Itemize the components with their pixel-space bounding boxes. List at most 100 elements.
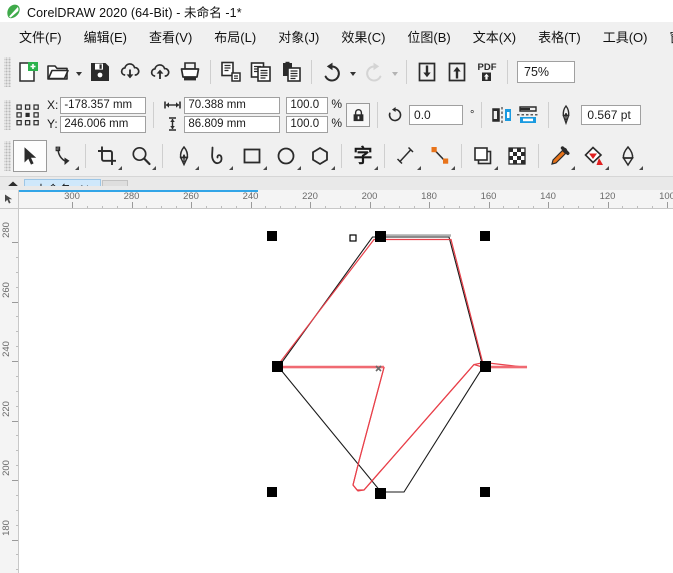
mirror-vertically-button[interactable] bbox=[515, 103, 541, 127]
propertybar-grip[interactable] bbox=[4, 100, 11, 130]
scale-x-input[interactable]: 100.0 bbox=[286, 97, 328, 114]
toolbox-grip[interactable] bbox=[4, 141, 11, 171]
object-width-input[interactable]: 70.388 mm bbox=[184, 97, 280, 114]
save-document-button[interactable] bbox=[85, 56, 115, 88]
tool-drop-shadow[interactable] bbox=[466, 140, 500, 172]
tool-rectangle-flyout-arrow[interactable] bbox=[263, 166, 267, 170]
ruler-h-minor-tick bbox=[355, 206, 356, 208]
tool-fill-flyout-arrow[interactable] bbox=[605, 166, 609, 170]
tool-interactive-fill[interactable] bbox=[611, 140, 645, 172]
tool-zoom[interactable] bbox=[124, 140, 158, 172]
printer-icon bbox=[178, 60, 202, 84]
new-document-button[interactable] bbox=[13, 56, 43, 88]
tool-artistic-media[interactable] bbox=[201, 140, 235, 172]
tool-connector-flyout-arrow[interactable] bbox=[451, 166, 455, 170]
propertybar-separator-1 bbox=[153, 102, 154, 128]
tool-zoom-flyout-arrow[interactable] bbox=[152, 166, 156, 170]
cut-button[interactable] bbox=[216, 56, 246, 88]
tool-color-eyedropper[interactable] bbox=[543, 140, 577, 172]
publish-pdf-button[interactable]: PDF bbox=[472, 56, 502, 88]
artistic-media-swirl-icon bbox=[207, 145, 229, 167]
outline-width-input[interactable]: 0.567 pt bbox=[581, 105, 641, 125]
tool-text-flyout-arrow[interactable] bbox=[374, 166, 378, 170]
cloud-download-icon bbox=[118, 60, 142, 84]
tool-dimension-flyout-arrow[interactable] bbox=[417, 166, 421, 170]
rotation-angle-input[interactable]: 0.0 bbox=[409, 105, 463, 125]
rotation-icon bbox=[385, 105, 405, 125]
import-button[interactable] bbox=[412, 56, 442, 88]
object-anchor-grid-icon[interactable] bbox=[15, 102, 41, 128]
tool-shape-flyout-arrow[interactable] bbox=[75, 166, 79, 170]
menu-bitmaps[interactable]: 位图(B) bbox=[396, 23, 461, 50]
menu-file[interactable]: 文件(F) bbox=[8, 23, 73, 50]
open-dropdown-arrow[interactable] bbox=[73, 56, 85, 88]
copy-button[interactable] bbox=[246, 56, 276, 88]
tool-ellipse[interactable] bbox=[269, 140, 303, 172]
ruler-v-minor-tick bbox=[16, 465, 18, 466]
mirror-horizontally-button[interactable] bbox=[489, 103, 515, 127]
tool-text[interactable]: 字 bbox=[346, 140, 380, 172]
lock-ratio-button[interactable] bbox=[346, 103, 370, 127]
scale-y-input[interactable]: 100.0 bbox=[286, 116, 328, 133]
zoom-level-combo[interactable]: 75% bbox=[517, 61, 575, 83]
cloud-download-button[interactable] bbox=[115, 56, 145, 88]
tool-freehand-flyout-arrow[interactable] bbox=[195, 166, 199, 170]
ruler-h-label: 180 bbox=[421, 191, 437, 202]
vertical-ruler[interactable]: 280260240220200180 bbox=[0, 190, 19, 573]
selection-handle-middle-left bbox=[272, 361, 283, 372]
lock-ratio-icon bbox=[351, 108, 366, 123]
tool-drop-shadow-flyout-arrow[interactable] bbox=[494, 166, 498, 170]
undo-dropdown-arrow[interactable] bbox=[347, 56, 359, 88]
tool-crop-flyout-arrow[interactable] bbox=[118, 166, 122, 170]
tool-shape[interactable] bbox=[47, 140, 81, 172]
ruler-h-minor-tick bbox=[593, 206, 594, 208]
cloud-upload-button[interactable] bbox=[145, 56, 175, 88]
object-y-input[interactable]: 246.006 mm bbox=[60, 116, 146, 133]
ruler-h-minor-tick bbox=[280, 206, 281, 208]
transparency-checker-icon bbox=[506, 145, 528, 167]
ruler-v-label: 180 bbox=[1, 520, 12, 536]
tool-dimension[interactable] bbox=[389, 140, 423, 172]
menu-effects[interactable]: 效果(C) bbox=[330, 23, 396, 50]
tool-polygon[interactable] bbox=[303, 140, 337, 172]
menu-tools[interactable]: 工具(O) bbox=[592, 23, 659, 50]
tool-pick[interactable] bbox=[13, 140, 47, 172]
toolbar-separator-1 bbox=[210, 60, 211, 84]
menu-object[interactable]: 对象(J) bbox=[267, 23, 330, 50]
ruler-v-minor-tick bbox=[16, 287, 18, 288]
tool-color-eyedropper-flyout-arrow[interactable] bbox=[571, 166, 575, 170]
menu-view[interactable]: 查看(V) bbox=[138, 23, 203, 50]
drawing-canvas[interactable] bbox=[19, 209, 673, 573]
object-height-input[interactable]: 86.809 mm bbox=[184, 116, 280, 133]
menu-edit[interactable]: 编辑(E) bbox=[73, 23, 138, 50]
object-height-icon bbox=[164, 115, 181, 132]
tool-fill[interactable] bbox=[577, 140, 611, 172]
tool-rectangle[interactable] bbox=[235, 140, 269, 172]
tool-crop[interactable] bbox=[90, 140, 124, 172]
ruler-h-minor-tick bbox=[265, 206, 266, 208]
tool-artistic-media-flyout-arrow[interactable] bbox=[229, 166, 233, 170]
export-button[interactable] bbox=[442, 56, 472, 88]
tool-polygon-flyout-arrow[interactable] bbox=[331, 166, 335, 170]
ruler-origin-button[interactable] bbox=[0, 190, 19, 209]
tool-interactive-fill-flyout-arrow[interactable] bbox=[639, 166, 643, 170]
menu-table[interactable]: 表格(T) bbox=[527, 23, 592, 50]
object-x-input[interactable]: -178.357 mm bbox=[60, 97, 146, 114]
canvas-artwork bbox=[19, 209, 673, 573]
menu-layout[interactable]: 布局(L) bbox=[203, 23, 267, 50]
ruler-v-label: 260 bbox=[1, 282, 12, 298]
paste-button[interactable] bbox=[276, 56, 306, 88]
menu-window[interactable]: 窗口 bbox=[658, 23, 673, 50]
toolbar-grip[interactable] bbox=[4, 57, 11, 87]
tool-freehand[interactable] bbox=[167, 140, 201, 172]
open-document-button[interactable] bbox=[43, 56, 73, 88]
tool-ellipse-flyout-arrow[interactable] bbox=[297, 166, 301, 170]
undo-button[interactable] bbox=[317, 56, 347, 88]
horizontal-ruler[interactable]: 30028026024022020018016014012010080 bbox=[18, 190, 673, 209]
toolbox-separator-6 bbox=[538, 144, 539, 168]
standard-toolbar: PDF 75% bbox=[0, 50, 673, 94]
tool-transparency[interactable] bbox=[500, 140, 534, 172]
print-button[interactable] bbox=[175, 56, 205, 88]
tool-connector[interactable] bbox=[423, 140, 457, 172]
menu-text[interactable]: 文本(X) bbox=[462, 23, 527, 50]
